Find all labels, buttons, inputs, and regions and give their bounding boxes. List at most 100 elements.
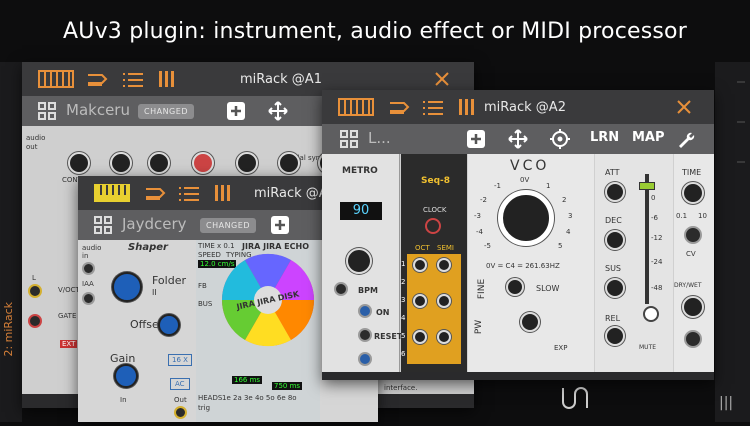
makceru-knob-3[interactable] — [148, 152, 170, 174]
patch-name[interactable]: L... — [368, 129, 391, 147]
vco-slow-label[interactable]: SLOW — [536, 284, 559, 293]
vco-scale-2: 2 — [562, 196, 567, 204]
close-icon[interactable] — [676, 99, 692, 115]
offset-knob[interactable] — [158, 314, 180, 336]
delay-out-jack[interactable] — [684, 330, 702, 348]
audio-in-jack-l[interactable] — [82, 262, 95, 275]
env-sus-knob[interactable] — [605, 278, 625, 298]
vco-fine-knob[interactable] — [506, 278, 524, 296]
metro-out-jack[interactable] — [358, 352, 372, 366]
env-fader-handle[interactable] — [639, 182, 655, 190]
move-icon[interactable] — [268, 101, 288, 121]
window-a2[interactable]: miRack @A2 L... LRN MAP METRO 90 BPM ON … — [322, 90, 714, 380]
vco-freq-knob[interactable] — [498, 190, 554, 246]
close-icon[interactable] — [434, 71, 450, 87]
vco-pw-knob[interactable] — [520, 312, 540, 332]
audio-out-jack-l[interactable] — [28, 284, 42, 298]
add-module-icon[interactable] — [226, 101, 246, 121]
in-label: in — [82, 252, 89, 260]
list-icon[interactable] — [422, 99, 444, 117]
metro-reset-jack[interactable] — [358, 328, 372, 342]
changed-badge: CHANGED — [200, 218, 256, 233]
16x-button[interactable]: 16 X — [168, 354, 192, 366]
makceru-knob-5[interactable] — [236, 152, 258, 174]
env-fader-track[interactable] — [645, 174, 649, 304]
env-mute-label[interactable]: MUTE — [639, 344, 656, 351]
keyboard-icon[interactable] — [38, 70, 74, 88]
cable-route-icon[interactable] — [388, 98, 412, 118]
footer-text: interface. — [384, 384, 418, 392]
vco-scale-m3: -3 — [474, 212, 481, 220]
window-a2-rack[interactable]: METRO 90 BPM ON RESET Seq-8 CLOCK OCT SE… — [322, 154, 714, 372]
keyboard-icon[interactable] — [338, 98, 374, 116]
side-tab-label[interactable]: 2: miRack — [2, 302, 15, 357]
seq-semi-knob-3[interactable] — [437, 330, 451, 344]
metro-module[interactable]: METRO 90 BPM ON RESET — [322, 154, 402, 372]
metro-bpm-jack[interactable] — [334, 282, 348, 296]
grid-icon[interactable] — [94, 216, 112, 234]
makceru-knob-1[interactable] — [68, 152, 90, 174]
gain-label: Gain — [110, 352, 136, 365]
grid-icon[interactable] — [340, 130, 358, 148]
seq-oct-knob-1[interactable] — [413, 258, 427, 272]
route-icon[interactable] — [555, 380, 595, 420]
seq-clock-jack[interactable] — [425, 218, 441, 234]
learn-button[interactable]: LRN — [590, 130, 619, 145]
seq-oct-knob-2[interactable] — [413, 294, 427, 308]
grid-icon[interactable] — [38, 102, 56, 120]
env-dec-knob[interactable] — [605, 230, 625, 250]
echo-time-label: TIME x 0.1 — [198, 242, 235, 250]
changed-badge: CHANGED — [138, 104, 194, 119]
keyboard-icon-active[interactable] — [94, 184, 130, 202]
wrench-icon[interactable] — [676, 129, 696, 149]
env-att-knob[interactable] — [605, 182, 625, 202]
rack-columns-icon[interactable] — [458, 98, 476, 116]
patch-name[interactable]: Makceru — [66, 101, 130, 119]
jira-echo-module[interactable]: TIME x 0.1 JIRA JIRA ECHO SPEED TYPING 1… — [196, 240, 320, 422]
delay-time-knob[interactable] — [682, 182, 704, 204]
seq-semi-knob-2[interactable] — [437, 294, 451, 308]
delay-drywet-knob[interactable] — [682, 296, 704, 318]
move-icon[interactable] — [508, 129, 528, 149]
vco-scale-m5: -5 — [484, 242, 491, 250]
gain-knob[interactable] — [114, 364, 138, 388]
audio-in-jack-r[interactable] — [82, 292, 95, 305]
window-a2-titlebar[interactable]: miRack @A2 — [322, 90, 714, 124]
background-sidebar: 2: miRack — [0, 62, 22, 422]
vco-fine-label: FINE — [477, 278, 488, 300]
makceru-knob-2[interactable] — [110, 152, 132, 174]
seq-oct-knob-3[interactable] — [413, 330, 427, 344]
seq-semi-knob-1[interactable] — [437, 258, 451, 272]
map-button[interactable]: MAP — [632, 130, 665, 145]
makceru-knob-6[interactable] — [278, 152, 300, 174]
iaa-label: IAA — [82, 280, 94, 288]
patch-name[interactable]: Jaydcery — [122, 215, 187, 233]
makceru-knob-4[interactable] — [192, 152, 214, 174]
env-module[interactable]: ATT DEC SUS REL 0 -6 -12 -24 -48 MUTE — [595, 154, 673, 372]
cable-route-icon[interactable] — [86, 70, 110, 90]
ac-button[interactable]: AC — [170, 378, 190, 390]
list-icon[interactable] — [122, 71, 144, 89]
metro-bpm-knob[interactable] — [346, 248, 372, 274]
metro-title: METRO — [342, 166, 378, 176]
vco-pw-label: PW — [474, 319, 485, 335]
seq8-module[interactable]: Seq-8 CLOCK OCT SEMI 1 2 3 4 5 6 — [401, 154, 467, 372]
list-icon[interactable] — [178, 185, 200, 203]
add-module-icon[interactable] — [270, 215, 290, 235]
vco-module[interactable]: VCO 0V 1 2 3 4 5 -1 -2 -3 -4 -5 0V = C4 … — [468, 154, 594, 372]
delay-module[interactable]: TIME 0.1 10 CV DRY/WET — [674, 154, 714, 372]
rack-columns-icon[interactable] — [158, 70, 176, 88]
delay-cv-jack[interactable] — [684, 226, 702, 244]
audio-out-jack-r[interactable] — [28, 314, 42, 328]
shaper-out-jack[interactable] — [174, 406, 187, 419]
cable-route-icon[interactable] — [144, 184, 168, 204]
rack-columns-icon[interactable] — [214, 184, 232, 202]
metro-on-jack[interactable] — [358, 304, 372, 318]
env-rel-knob[interactable] — [605, 326, 625, 346]
folder-knob[interactable] — [112, 272, 142, 302]
add-module-icon[interactable] — [466, 129, 486, 149]
folder-label: Folder — [152, 274, 186, 287]
env-mute-jack[interactable] — [643, 306, 659, 322]
window-a2-toolbar: L... LRN MAP — [322, 124, 714, 154]
target-icon[interactable] — [550, 129, 570, 149]
